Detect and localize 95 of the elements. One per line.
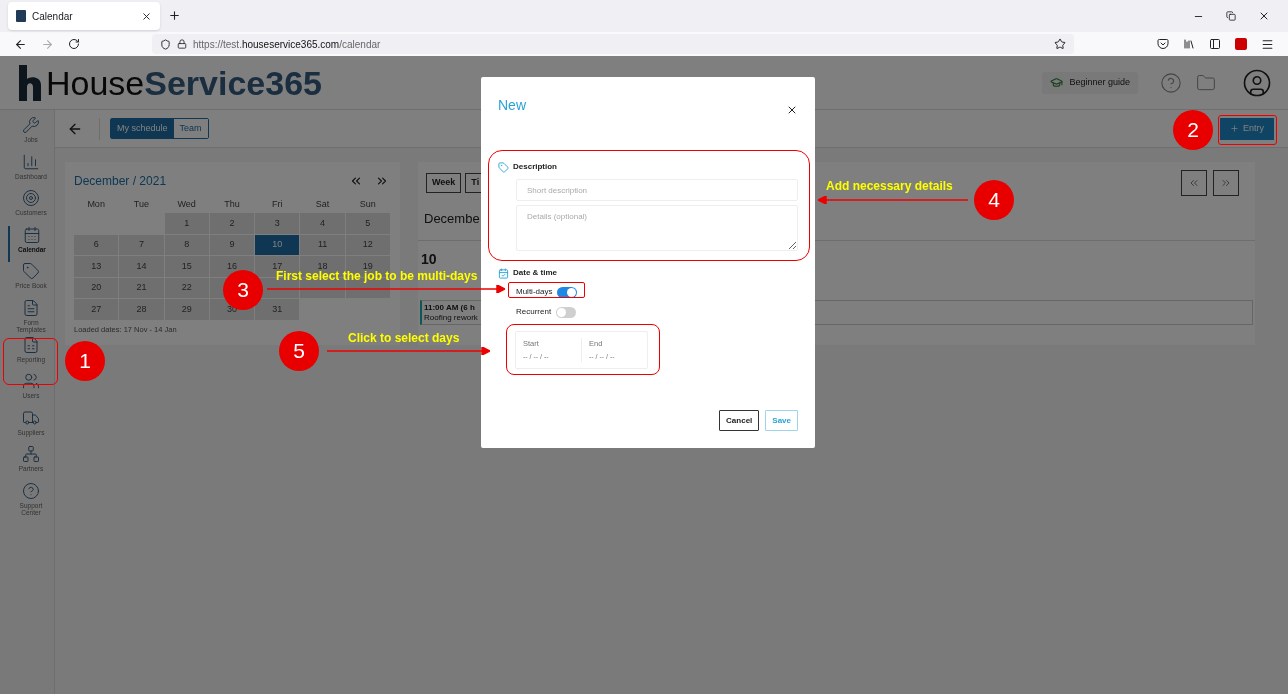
day-cell[interactable]: 31 bbox=[255, 299, 300, 320]
browser-tab[interactable]: Calendar bbox=[8, 2, 160, 30]
avatar-icon[interactable] bbox=[1242, 67, 1272, 98]
favicon-icon bbox=[16, 10, 26, 22]
toggle-switch[interactable] bbox=[557, 286, 578, 298]
help-icon bbox=[22, 481, 40, 500]
beginner-guide-button[interactable]: Beginner guide bbox=[1042, 71, 1138, 94]
target-icon bbox=[22, 189, 40, 208]
day-cell[interactable]: 3 bbox=[255, 213, 300, 234]
restore-icon[interactable] bbox=[1226, 11, 1236, 21]
graduation-cap-icon bbox=[1050, 76, 1064, 89]
day-cell[interactable]: 7 bbox=[119, 234, 164, 255]
view-button[interactable]: Week bbox=[426, 173, 462, 193]
next-day-icon[interactable] bbox=[1213, 170, 1239, 196]
users-icon bbox=[22, 372, 40, 391]
bookmark-star-icon[interactable] bbox=[1054, 38, 1066, 50]
day-cell[interactable]: 21 bbox=[119, 277, 164, 298]
menu-icon[interactable] bbox=[1261, 37, 1274, 51]
day-cell[interactable]: 20 bbox=[74, 277, 119, 298]
weekday-label: Fri bbox=[271, 198, 284, 211]
details-field[interactable]: Details (optional) bbox=[516, 205, 798, 251]
weekday-label: Sun bbox=[358, 198, 377, 211]
previous-month-icon[interactable] bbox=[349, 174, 363, 188]
bar-chart-icon bbox=[22, 152, 40, 171]
extension-icon[interactable] bbox=[1235, 38, 1247, 50]
network-icon bbox=[22, 445, 40, 464]
toggle-label: Multi-days bbox=[516, 286, 553, 298]
calendar-icon bbox=[23, 225, 41, 244]
day-cell[interactable]: 16 bbox=[209, 256, 255, 277]
logo-icon bbox=[16, 62, 44, 103]
lock-icon bbox=[177, 39, 187, 49]
day-cell[interactable]: 14 bbox=[119, 256, 164, 277]
day-number: 10 bbox=[420, 250, 438, 269]
day-cell[interactable]: 10 bbox=[255, 234, 300, 255]
section-label: Description bbox=[513, 161, 557, 173]
day-view-heading: Decembe bbox=[424, 211, 480, 226]
wrench-icon bbox=[22, 116, 40, 134]
day-cell[interactable]: 4 bbox=[300, 213, 345, 234]
tag-icon bbox=[498, 161, 509, 173]
day-cell[interactable]: 11 bbox=[300, 234, 345, 255]
back-icon[interactable] bbox=[14, 37, 27, 51]
previous-day-icon[interactable] bbox=[1181, 170, 1207, 196]
day-cell[interactable]: 13 bbox=[74, 256, 119, 277]
day-cell[interactable]: 2 bbox=[209, 213, 255, 234]
callout-text: Click to select days bbox=[348, 332, 460, 345]
day-cell[interactable]: 5 bbox=[345, 213, 390, 234]
day-cell[interactable]: 15 bbox=[164, 256, 209, 277]
document-icon bbox=[22, 298, 40, 317]
url-text: https://test.houseservice365.com/calendar bbox=[193, 37, 381, 52]
tab-title: Calendar bbox=[32, 9, 74, 24]
day-cell[interactable]: 22 bbox=[164, 277, 209, 298]
close-icon[interactable] bbox=[1258, 10, 1270, 22]
callout-text: Add necessary details bbox=[826, 180, 953, 193]
weekday-label: Mon bbox=[86, 198, 106, 211]
library-icon[interactable] bbox=[1183, 38, 1195, 50]
address-bar[interactable]: https://test.houseservice365.com/calendar bbox=[152, 34, 1074, 54]
day-cell[interactable]: 8 bbox=[164, 234, 209, 255]
tag-icon bbox=[22, 262, 40, 281]
weekday-label: Sat bbox=[314, 198, 331, 211]
dialog-title: New bbox=[498, 96, 527, 115]
reload-icon[interactable] bbox=[68, 38, 80, 50]
weekday-label: Tue bbox=[132, 198, 150, 211]
event-time: 11:00 AM (6 h bbox=[424, 302, 475, 313]
sidebar-icon[interactable] bbox=[1209, 38, 1221, 50]
weekday-label: Wed bbox=[176, 198, 197, 211]
section-label: Date & time bbox=[513, 267, 557, 279]
cancel-button[interactable]: Cancel bbox=[719, 410, 760, 431]
day-cell[interactable]: 28 bbox=[119, 299, 164, 320]
highlight-frame bbox=[3, 338, 58, 385]
plus-icon bbox=[1230, 124, 1239, 133]
day-cell[interactable]: 29 bbox=[164, 299, 209, 320]
pocket-icon[interactable] bbox=[1157, 38, 1169, 50]
short-description-field[interactable]: Short description bbox=[516, 179, 798, 201]
day-cell[interactable]: 9 bbox=[209, 234, 255, 255]
month-title: December / 2021 bbox=[74, 173, 168, 190]
segment-tab[interactable]: My schedule bbox=[111, 119, 174, 138]
next-month-icon[interactable] bbox=[375, 174, 389, 188]
toggle-switch[interactable] bbox=[556, 306, 577, 318]
new-tab-icon[interactable] bbox=[168, 9, 181, 22]
weekday-label: Thu bbox=[223, 198, 241, 211]
day-cell[interactable]: 12 bbox=[345, 234, 390, 255]
logo-text: HouseService365 bbox=[46, 65, 322, 100]
highlight-frame bbox=[1218, 115, 1277, 145]
day-cell[interactable]: 6 bbox=[74, 234, 119, 255]
toggle-label: Recurrent bbox=[516, 306, 552, 318]
new-entry-button[interactable]: Entry bbox=[1220, 117, 1274, 140]
shield-icon bbox=[160, 38, 171, 50]
close-icon[interactable] bbox=[141, 10, 152, 22]
save-button[interactable]: Save bbox=[765, 410, 798, 431]
day-cell[interactable]: 1 bbox=[164, 213, 209, 234]
event-title: Roofing rework bbox=[424, 312, 478, 323]
calendar-check-icon bbox=[498, 267, 509, 279]
spreadsheet-icon bbox=[22, 335, 40, 354]
day-cell[interactable]: 27 bbox=[74, 299, 119, 320]
truck-icon bbox=[22, 408, 40, 427]
